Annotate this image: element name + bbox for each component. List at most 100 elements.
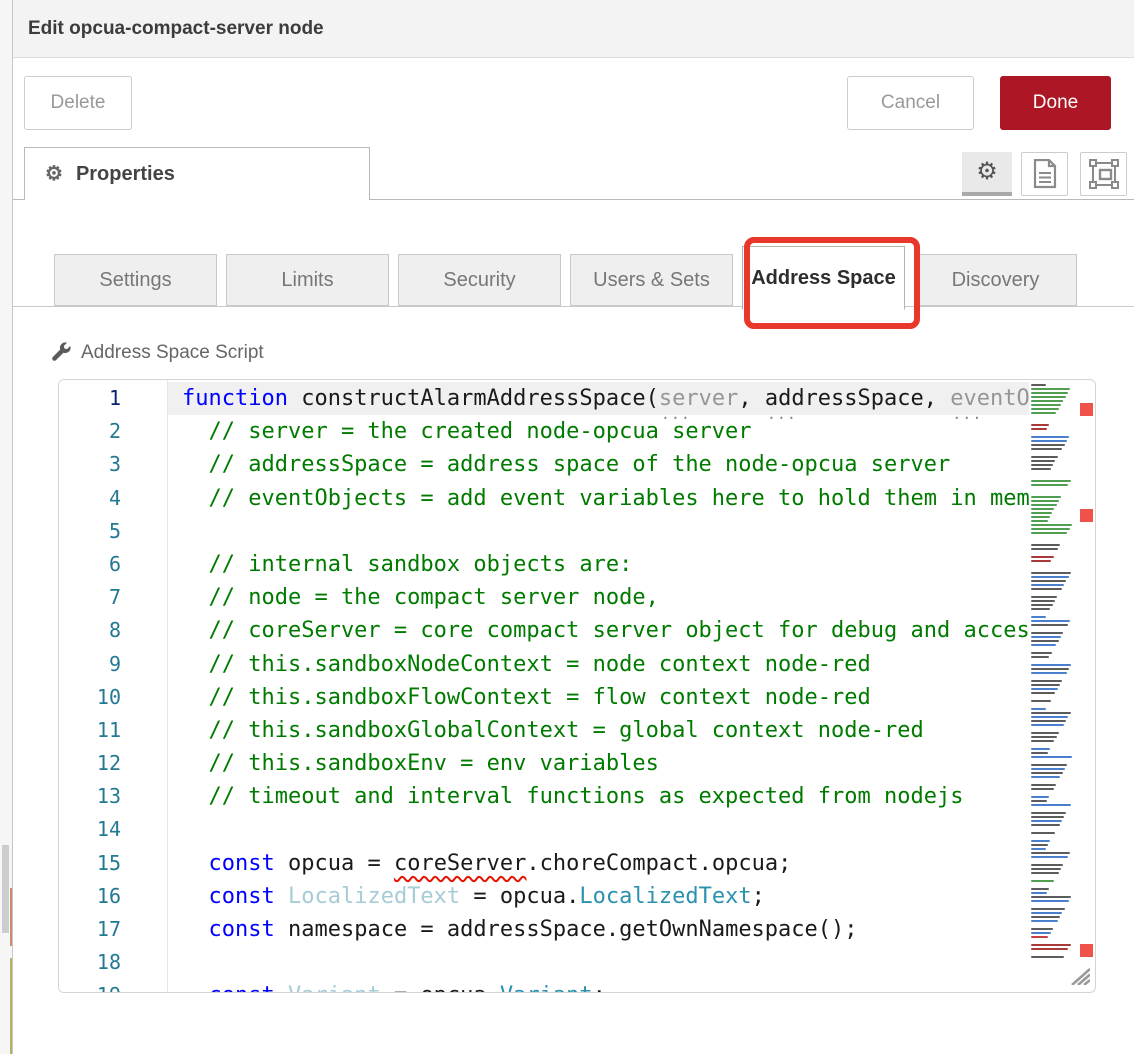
code-line-9[interactable]: // this.sandboxNodeContext = node contex… xyxy=(168,648,1029,681)
minimap-row xyxy=(1031,720,1066,722)
properties-tab-label: Properties xyxy=(76,163,175,186)
tab-properties[interactable]: ⚙ Properties xyxy=(24,147,370,200)
minimap-row xyxy=(1031,572,1071,574)
minimap-row xyxy=(1031,668,1069,670)
done-button[interactable]: Done xyxy=(1000,76,1111,130)
code-line-8[interactable]: // coreServer = core compact server obje… xyxy=(168,614,1029,647)
cancel-button[interactable]: Cancel xyxy=(847,76,974,130)
minimap-row xyxy=(1031,800,1047,802)
section-label-text: Address Space Script xyxy=(81,342,264,364)
code-line-2[interactable]: // server = the created node-opcua serve… xyxy=(168,415,1029,448)
code-line-3[interactable]: // addressSpace = address space of the n… xyxy=(168,448,1029,481)
minimap-row xyxy=(1031,560,1051,562)
description-icon-button[interactable] xyxy=(1021,152,1068,196)
minimap-row xyxy=(1031,888,1049,890)
minimap-row xyxy=(1031,648,1054,650)
tab-address-space[interactable]: Address Space xyxy=(742,246,905,310)
minimap-row xyxy=(1031,796,1049,798)
minimap-row xyxy=(1031,500,1059,502)
code-line-15[interactable]: const opcua = coreServer.choreCompact.op… xyxy=(168,847,1029,880)
code-line-4[interactable]: // eventObjects = add event variables he… xyxy=(168,482,1029,515)
minimap-row xyxy=(1031,696,1053,698)
line-number: 12 xyxy=(59,747,121,780)
code-line-19[interactable]: const Variant = opcua.Variant; xyxy=(168,979,1029,992)
code-line-6[interactable]: // internal sandbox objects are: xyxy=(168,548,1029,581)
minimap-row xyxy=(1031,868,1061,870)
minimap-row xyxy=(1031,828,1057,830)
minimap-row xyxy=(1031,920,1058,922)
minimap-row xyxy=(1031,508,1054,510)
minimap-row xyxy=(1031,744,1052,746)
minimap-row xyxy=(1031,384,1046,386)
tab-settings[interactable]: Settings xyxy=(54,254,217,306)
minimap-row xyxy=(1031,784,1056,786)
minimap-row xyxy=(1031,900,1069,902)
code-line-13[interactable]: // timeout and interval functions as exp… xyxy=(168,780,1029,813)
background-node-fragment xyxy=(10,958,12,1054)
appearance-icon-button[interactable] xyxy=(1080,152,1127,196)
minimap-row xyxy=(1031,952,1066,954)
minimap-row xyxy=(1031,620,1070,622)
code-line-10[interactable]: // this.sandboxFlowContext = flow contex… xyxy=(168,681,1029,714)
line-number: 6 xyxy=(59,548,121,581)
minimap-row xyxy=(1031,928,1053,930)
minimap-row xyxy=(1031,948,1068,950)
tab-security[interactable]: Security xyxy=(398,254,561,306)
minimap-row xyxy=(1031,564,1049,566)
minimap-row xyxy=(1031,768,1065,770)
code-line-14[interactable] xyxy=(168,813,1029,846)
minimap-row xyxy=(1031,576,1069,578)
section-label: Address Space Script xyxy=(49,341,264,364)
editor-minimap[interactable] xyxy=(1031,384,1077,988)
tab-limits[interactable]: Limits xyxy=(226,254,389,306)
minimap-row xyxy=(1031,684,1060,686)
minimap-row xyxy=(1031,664,1071,666)
minimap-row xyxy=(1031,780,1058,782)
background-scrollbar[interactable] xyxy=(2,845,9,933)
minimap-row xyxy=(1031,580,1066,582)
line-number: 2 xyxy=(59,415,121,448)
minimap-row xyxy=(1031,516,1050,518)
minimap-row xyxy=(1031,612,1048,614)
code-line-1[interactable]: function constructAlarmAddressSpace(serv… xyxy=(168,382,1029,415)
line-number: 9 xyxy=(59,648,121,681)
tab-discovery[interactable]: Discovery xyxy=(914,254,1077,306)
minimap-row xyxy=(1031,412,1056,414)
minimap-row xyxy=(1031,640,1059,642)
code-line-16[interactable]: const LocalizedText = opcua.LocalizedTex… xyxy=(168,880,1029,913)
minimap-row xyxy=(1031,956,1064,958)
error-marker xyxy=(1080,509,1093,522)
delete-button[interactable]: Delete xyxy=(24,76,132,130)
minimap-row xyxy=(1031,924,1055,926)
minimap-row xyxy=(1031,756,1072,758)
minimap-row xyxy=(1031,408,1059,410)
properties-icon-button[interactable]: ⚙ xyxy=(962,152,1012,196)
line-number: 17 xyxy=(59,913,121,946)
code-line-5[interactable] xyxy=(168,515,1029,548)
minimap-row xyxy=(1031,532,1067,534)
code-line-18[interactable] xyxy=(168,946,1029,979)
code-line-17[interactable]: const namespace = addressSpace.getOwnNam… xyxy=(168,913,1029,946)
minimap-row xyxy=(1031,644,1056,646)
gear-icon: ⚙ xyxy=(45,164,63,184)
code-line-7[interactable]: // node = the compact server node, xyxy=(168,581,1029,614)
tab-users-sets[interactable]: Users & Sets xyxy=(570,254,733,306)
code-editor[interactable]: 12345678910111213141516171819 function c… xyxy=(58,379,1096,993)
minimap-row xyxy=(1031,672,1067,674)
code-line-12[interactable]: // this.sandboxEnv = env variables xyxy=(168,747,1029,780)
resize-grip-icon[interactable] xyxy=(1070,967,1090,985)
background-node-fragment xyxy=(10,888,12,946)
minimap-row xyxy=(1031,820,1062,822)
minimap-row xyxy=(1031,752,1048,754)
editor-code-area[interactable]: function constructAlarmAddressSpace(serv… xyxy=(168,380,1029,992)
minimap-row xyxy=(1031,424,1049,426)
minimap-row xyxy=(1031,488,1066,490)
minimap-row xyxy=(1031,880,1054,882)
line-number: 10 xyxy=(59,681,121,714)
minimap-row xyxy=(1031,476,1046,478)
code-line-11[interactable]: // this.sandboxGlobalContext = global co… xyxy=(168,714,1029,747)
minimap-row xyxy=(1031,764,1067,766)
line-number: 16 xyxy=(59,880,121,913)
minimap-row xyxy=(1031,816,1064,818)
minimap-row xyxy=(1031,428,1047,430)
